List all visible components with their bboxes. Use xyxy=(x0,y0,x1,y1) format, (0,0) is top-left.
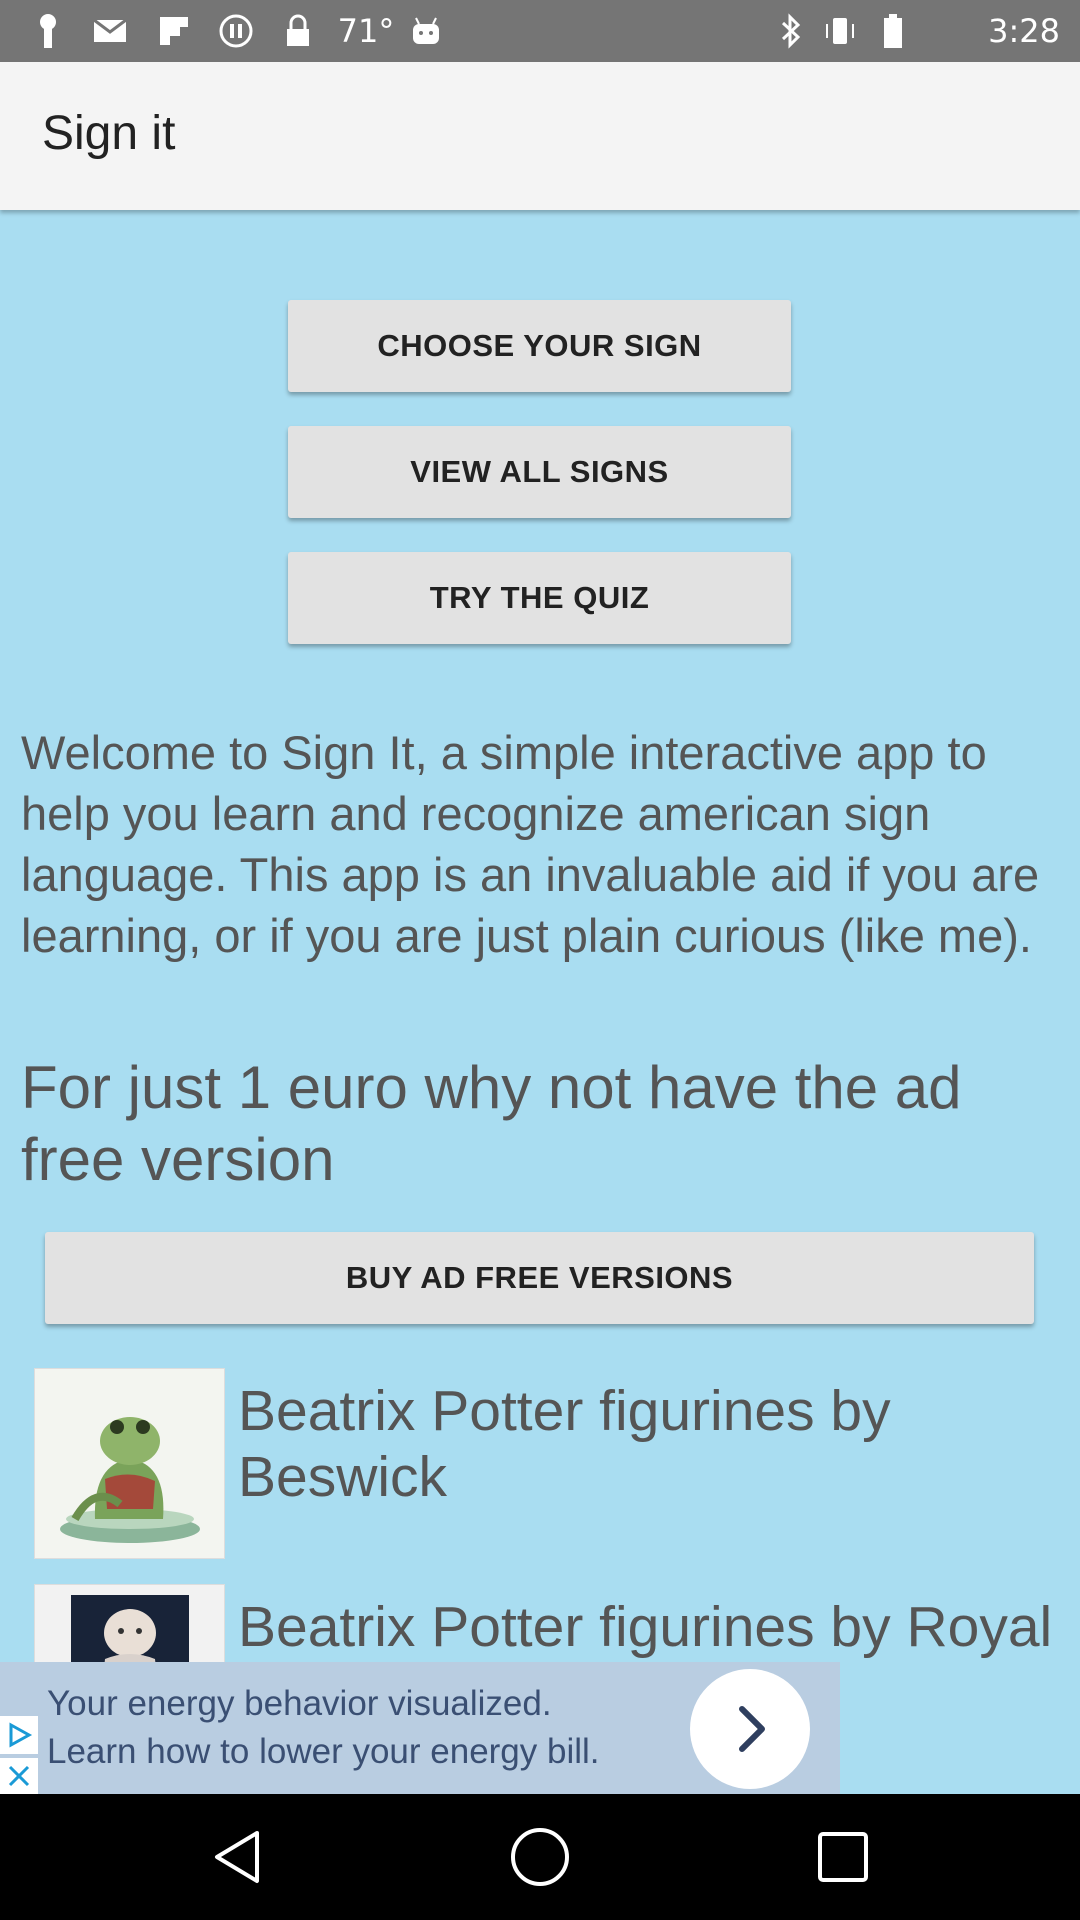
frog-figurine-image xyxy=(34,1368,225,1559)
list-item-title: Beatrix Potter figurines by Royal xyxy=(238,1595,1053,1659)
ad-line-1: Your energy behavior visualized. xyxy=(47,1684,552,1723)
home-icon[interactable] xyxy=(507,1824,573,1890)
clock-text: 3:28 xyxy=(988,12,1060,50)
ad-arrow-button[interactable] xyxy=(690,1669,810,1789)
battery-icon xyxy=(880,10,906,52)
promo-text: For just 1 euro why not have the ad free… xyxy=(21,1054,962,1193)
flipboard-icon xyxy=(156,10,192,52)
bluetooth-icon xyxy=(776,10,806,52)
ad-line-2: Learn how to lower your energy bill. xyxy=(47,1732,600,1771)
choose-sign-button[interactable]: CHOOSE YOUR SIGN xyxy=(288,300,791,392)
chevron-right-icon xyxy=(739,1706,765,1752)
list-item[interactable]: Beatrix Potter figurines by Beswick xyxy=(34,1368,1074,1559)
lock-icon xyxy=(282,10,314,52)
try-quiz-button[interactable]: TRY THE QUIZ xyxy=(288,552,791,644)
recent-apps-icon[interactable] xyxy=(810,1824,876,1890)
ad-banner[interactable]: Your energy behavior visualized. Learn h… xyxy=(0,1662,840,1794)
pause-icon xyxy=(218,10,254,52)
ad-close-icon[interactable] xyxy=(0,1758,38,1794)
welcome-text: Welcome to Sign It, a simple interactive… xyxy=(21,726,1040,962)
vibrate-icon xyxy=(822,10,858,52)
back-icon[interactable] xyxy=(204,1824,270,1890)
notification-icon xyxy=(30,10,66,52)
navigation-bar xyxy=(0,1794,1080,1920)
buy-ad-free-button[interactable]: BUY AD FREE VERSIONS xyxy=(45,1232,1034,1324)
app-bar: Sign it xyxy=(0,62,1080,210)
ad-choices-icon[interactable] xyxy=(0,1716,38,1754)
main-content[interactable]: CHOOSE YOUR SIGN VIEW ALL SIGNS TRY THE … xyxy=(0,210,1080,1662)
android-icon xyxy=(408,10,444,52)
ad-text: Your energy behavior visualized. Learn h… xyxy=(47,1680,687,1776)
view-all-signs-button[interactable]: VIEW ALL SIGNS xyxy=(288,426,791,518)
mail-icon xyxy=(90,10,130,52)
content-background xyxy=(840,1662,1080,1794)
list-item-title: Beatrix Potter figurines by Beswick xyxy=(238,1379,891,1509)
list-item[interactable]: Beatrix Potter figurines by Royal xyxy=(34,1584,1074,1662)
figurine-image xyxy=(34,1584,225,1662)
temperature-text: 71° xyxy=(337,12,395,50)
app-title: Sign it xyxy=(42,107,176,160)
status-bar: 71° 3:28 xyxy=(0,0,1080,62)
